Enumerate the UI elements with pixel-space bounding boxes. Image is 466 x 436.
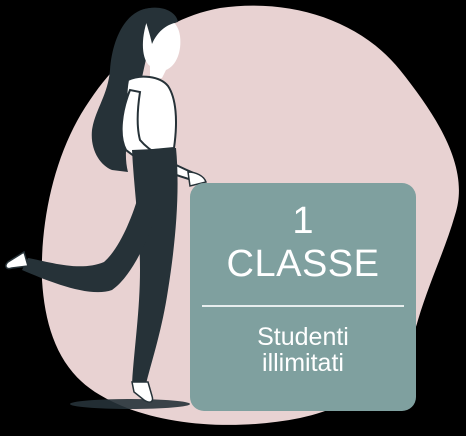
- illustration-canvas: 1 CLASSE Studenti illimitati: [0, 0, 466, 436]
- raised-leg: [22, 190, 160, 293]
- card-divider: [202, 305, 404, 307]
- students-label-line2: illimitati: [262, 349, 344, 377]
- raised-foot: [5, 250, 29, 270]
- students-label: Studenti illimitati: [190, 324, 416, 376]
- class-card: 1 CLASSE Studenti illimitati: [190, 183, 416, 411]
- standing-leg: [132, 148, 178, 384]
- class-label: CLASSE: [226, 243, 380, 285]
- floor-shadow: [70, 399, 190, 409]
- students-label-line1: Studenti: [257, 323, 349, 351]
- class-count: 1: [292, 200, 314, 242]
